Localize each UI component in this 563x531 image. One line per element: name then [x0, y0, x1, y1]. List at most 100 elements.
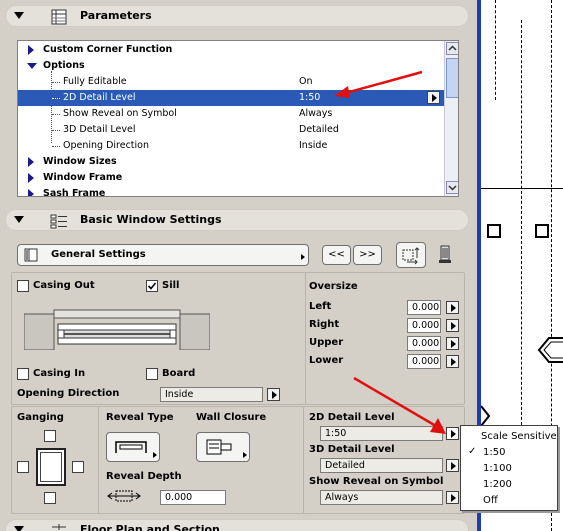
- wall-closure-label: Wall Closure: [196, 412, 267, 423]
- next-page-label: >>: [359, 249, 376, 260]
- oversize-lower-popup-button[interactable]: [446, 355, 459, 368]
- show-reveal-symbol-field[interactable]: Always: [320, 490, 443, 505]
- dropdown-arrow-icon: [301, 254, 305, 260]
- menu-item-1-200[interactable]: 1:200: [461, 477, 557, 493]
- expand-triangle-icon[interactable]: [28, 157, 34, 167]
- previous-page-button[interactable]: <<: [322, 245, 351, 265]
- reveal-depth-input[interactable]: 0.000: [160, 490, 226, 505]
- board-checkbox[interactable]: [146, 368, 158, 380]
- 3d-detail-level-label: 3D Detail Level: [309, 444, 395, 455]
- mirror-placement-button[interactable]: [396, 242, 426, 268]
- basic-settings-title: Basic Window Settings: [80, 213, 222, 226]
- reveal-depth-icon: [107, 490, 141, 502]
- tree-row-label: Options: [43, 60, 85, 71]
- tree-branch: [52, 146, 60, 147]
- window-section-preview: [24, 309, 210, 350]
- tree-row-label: Window Frame: [43, 172, 123, 183]
- opening-direction-label: Opening Direction: [17, 388, 120, 399]
- plan-dashed-line: [495, 0, 496, 100]
- window-icon: [24, 248, 38, 262]
- floor-plan-icon: [52, 524, 66, 530]
- tree-row-sash-frame[interactable]: Sash Frame: [18, 186, 444, 196]
- annotation-arrow-icon: [334, 70, 423, 98]
- tree-row-3d-detail-level[interactable]: 3D Detail Level Detailed: [18, 122, 444, 138]
- oversize-left-input[interactable]: 0.000: [407, 300, 441, 315]
- oversize-title: Oversize: [309, 281, 358, 292]
- tree-row-value: 1:50: [299, 92, 321, 103]
- oversize-right-input[interactable]: 0.000: [407, 318, 441, 333]
- collapse-triangle-icon[interactable]: [27, 63, 37, 69]
- expand-triangle-icon[interactable]: [28, 189, 34, 196]
- opening-direction-value: Inside: [165, 389, 194, 400]
- oversize-lower-input[interactable]: 0.000: [407, 354, 441, 369]
- tree-scrollbar[interactable]: [444, 41, 458, 196]
- tree-row-show-reveal[interactable]: Show Reveal on Symbol Always: [18, 106, 444, 122]
- ganging-left-checkbox[interactable]: [17, 461, 29, 473]
- wall-closure-button[interactable]: [196, 432, 250, 462]
- settings-page-label: General Settings: [51, 249, 146, 260]
- settings-page-dropdown[interactable]: General Settings: [17, 244, 309, 266]
- reveal-type-label: Reveal Type: [106, 412, 174, 423]
- annotation-arrow-icon: [353, 376, 446, 434]
- reveal-depth-label: Reveal Depth: [106, 471, 182, 482]
- opening-direction-field[interactable]: Inside: [160, 387, 263, 402]
- checkmark-icon: [147, 282, 157, 290]
- tree-row-label: Custom Corner Function: [43, 44, 173, 55]
- tree-row-value: Detailed: [299, 124, 339, 135]
- reveal-type-icon: [115, 441, 147, 453]
- ganging-bottom-checkbox[interactable]: [44, 492, 56, 504]
- menu-item-1-50[interactable]: ✓ 1:50: [461, 445, 557, 461]
- tree-row-label: Window Sizes: [43, 156, 117, 167]
- collapse-triangle-icon[interactable]: [14, 526, 24, 531]
- collapse-triangle-icon[interactable]: [14, 216, 24, 223]
- tree-row-custom-corner[interactable]: Custom Corner Function: [18, 42, 444, 58]
- casing-in-checkbox[interactable]: [17, 368, 29, 380]
- casing-out-checkbox[interactable]: [17, 280, 29, 292]
- next-page-button[interactable]: >>: [353, 245, 382, 265]
- show-reveal-symbol-value: Always: [325, 492, 359, 503]
- 2d-detail-level-value: 1:50: [325, 428, 347, 439]
- menu-item-scale-sensitive[interactable]: Scale Sensitive: [461, 429, 557, 445]
- oversize-upper-popup-button[interactable]: [446, 337, 459, 350]
- oversize-left-popup-button[interactable]: [446, 301, 459, 314]
- menu-item-off[interactable]: Off: [461, 493, 557, 509]
- parameters-section-header[interactable]: Parameters: [5, 5, 469, 27]
- 3d-detail-level-field[interactable]: Detailed: [320, 458, 443, 473]
- expand-triangle-icon[interactable]: [28, 173, 34, 183]
- opening-direction-popup-button[interactable]: [267, 388, 280, 401]
- show-reveal-symbol-label: Show Reveal on Symbol: [309, 476, 444, 487]
- menu-item-1-100[interactable]: 1:100: [461, 461, 557, 477]
- favorites-icon[interactable]: [437, 244, 453, 264]
- oversize-left-value: 0.000: [412, 302, 440, 313]
- basic-settings-section-header[interactable]: Basic Window Settings: [5, 209, 469, 231]
- scroll-up-button[interactable]: [446, 42, 458, 55]
- tree-row-window-sizes[interactable]: Window Sizes: [18, 154, 444, 170]
- scroll-thumb[interactable]: [446, 58, 458, 98]
- dropdown-arrow-icon: [153, 452, 157, 458]
- 3d-detail-level-popup-button[interactable]: [446, 459, 459, 472]
- show-reveal-symbol-popup-button[interactable]: [446, 491, 459, 504]
- oversize-right-popup-button[interactable]: [446, 319, 459, 332]
- oversize-upper-input[interactable]: 0.000: [407, 336, 441, 351]
- parameter-tree-list[interactable]: Custom Corner Function Options Fully Edi…: [17, 40, 459, 197]
- tree-row-opening-direction[interactable]: Opening Direction Inside: [18, 138, 444, 154]
- ganging-right-checkbox[interactable]: [72, 461, 84, 473]
- detail-level-popup-menu[interactable]: Scale Sensitive ✓ 1:50 1:100 1:200 Off: [460, 425, 558, 511]
- sill-checkbox[interactable]: [146, 280, 158, 292]
- sill-label: Sill: [162, 280, 180, 291]
- ganging-top-checkbox[interactable]: [44, 430, 56, 442]
- mirror-icon: [402, 247, 420, 265]
- wall-closure-icon: [206, 439, 232, 455]
- collapse-triangle-icon[interactable]: [14, 12, 24, 19]
- menu-item-label: 1:200: [483, 479, 512, 490]
- floor-plan-section-header[interactable]: Floor Plan and Section: [5, 519, 469, 531]
- ganging-window-preview: [36, 448, 66, 486]
- reveal-type-button[interactable]: [106, 432, 160, 462]
- tree-row-window-frame[interactable]: Window Frame: [18, 170, 444, 186]
- plan-column: [487, 224, 501, 238]
- tree-branch: [52, 130, 60, 131]
- scroll-down-button[interactable]: [446, 181, 458, 194]
- expand-triangle-icon[interactable]: [28, 45, 34, 55]
- reveal-depth-value: 0.000: [165, 492, 193, 503]
- tree-row-value: Always: [299, 108, 333, 119]
